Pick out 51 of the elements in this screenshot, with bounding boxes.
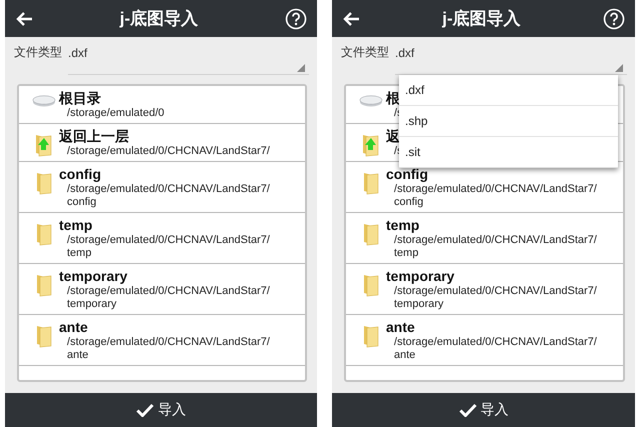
- folder-path: /storage/emulated/0/CHCNAV/LandStar7/config: [393, 183, 598, 209]
- back-arrow-icon[interactable]: [342, 10, 360, 26]
- folder-icon: [362, 324, 380, 348]
- folder-name: 返: [386, 128, 400, 145]
- back-arrow-icon[interactable]: [15, 10, 33, 26]
- folder-up-icon: [34, 133, 54, 157]
- folder-name: temporary: [59, 268, 128, 285]
- folder-path: /storage/emulated/0/CHCNAV/LandStar7/temporary: [393, 285, 598, 311]
- dropdown-triangle-icon: [297, 64, 305, 72]
- folder-path: /storage/emulated/0/CHCNAV/LandStar7/temp: [393, 234, 598, 260]
- folder-icon: [35, 273, 53, 297]
- dropdown-option[interactable]: .sit: [399, 137, 618, 168]
- file-type-dropdown[interactable]: .dxf: [68, 45, 309, 75]
- drive-icon: [359, 95, 383, 107]
- folder-path: /storage/emulated/0/CHCNAV/LandStar7/config: [66, 183, 271, 209]
- help-icon[interactable]: [284, 8, 307, 30]
- screen-title: j-底图导入: [120, 8, 198, 30]
- folder-icon: [362, 222, 380, 246]
- dropdown-triangle-icon: [615, 64, 623, 72]
- folder-path: /storage/emulated/0/CHCNAV/LandStar7/ante: [393, 336, 598, 362]
- check-icon: [458, 403, 476, 417]
- folder-name: ante: [59, 319, 88, 336]
- folder-name: 根目录: [59, 90, 101, 107]
- help-icon[interactable]: [602, 8, 625, 30]
- folder-path: /storage/emulated/0/CHCNAV/LandStar7/ante: [66, 336, 271, 362]
- folder-path: /storage/emulated/0/CHCNAV/LandStar7/temp: [66, 234, 271, 260]
- dropdown-option[interactable]: .shp: [399, 106, 618, 137]
- folder-icon: [35, 324, 53, 348]
- folder-name: temp: [59, 217, 92, 234]
- file-list-item[interactable]: 根目录 /storage/emulated/0: [19, 86, 305, 124]
- file-type-label: 文件类型: [14, 44, 62, 61]
- folder-name: ante: [386, 319, 415, 336]
- folder-name: config: [59, 166, 101, 183]
- folder-path: /storage/emulated/0/CHCNAV/LandStar7/: [66, 145, 271, 158]
- file-type-label: 文件类型: [341, 44, 389, 61]
- folder-icon: [35, 171, 53, 195]
- folder-icon: [362, 171, 380, 195]
- check-icon: [136, 403, 154, 417]
- folder-name: temporary: [386, 268, 454, 285]
- screen-title: j-底图导入: [442, 8, 521, 30]
- folder-icon: [362, 273, 380, 297]
- folder-path: /storage/emulated/0: [66, 107, 166, 120]
- folder-name: 返回上一层: [59, 128, 129, 145]
- folder-icon: [35, 222, 53, 246]
- drive-icon: [32, 95, 56, 107]
- folder-name: temp: [386, 217, 420, 234]
- folder-up-icon: [361, 133, 381, 157]
- folder-name: config: [386, 166, 428, 183]
- folder-name: 根: [386, 90, 400, 107]
- folder-path: /storage/emulated/0/CHCNAV/LandStar7/temporary: [66, 285, 271, 311]
- dropdown-option[interactable]: .dxf: [399, 75, 618, 106]
